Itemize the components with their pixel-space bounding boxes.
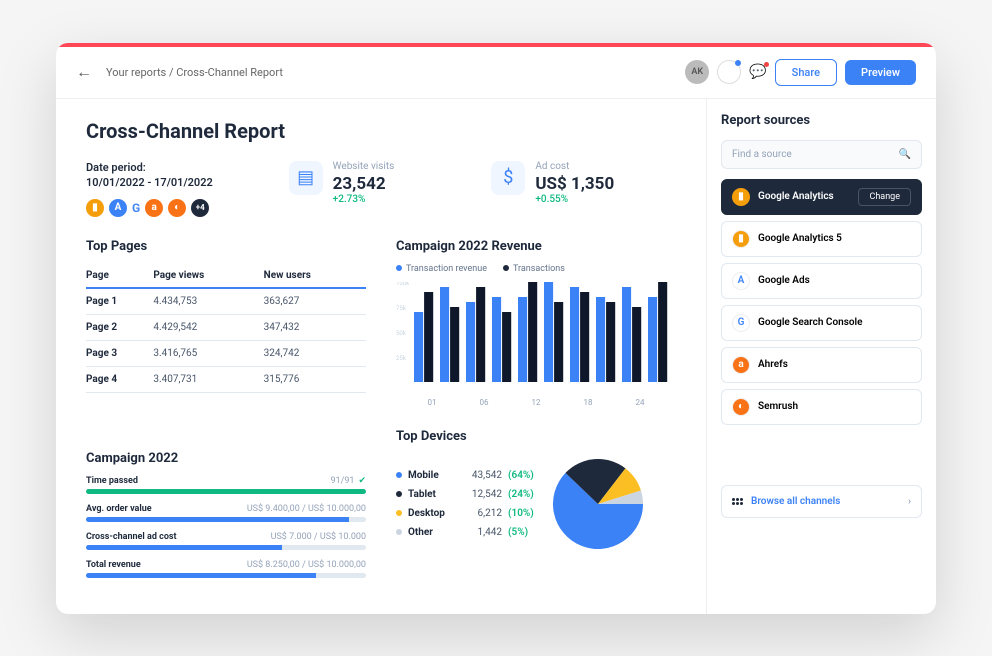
chart-legend: Transaction revenue Transactions (396, 264, 676, 274)
kpi-adcost: $ Ad cost US$ 1,350 +0.55% (491, 161, 676, 217)
progress-row: Total revenueUS$ 8.250,00 / US$ 10.000,0… (86, 560, 366, 578)
table-row: Page 33.416,765324,742 (86, 340, 366, 366)
visits-delta: +2.73% (333, 194, 395, 205)
source-item[interactable]: AGoogle Ads (721, 263, 922, 299)
breadcrumb[interactable]: Your reports / Cross-Channel Report (106, 66, 283, 79)
table-row: Page 43.407,731315,776 (86, 366, 366, 392)
sidebar: Report sources Find a source 🔍 ▮Google A… (706, 99, 936, 614)
table-header: New users (264, 264, 366, 288)
source-item[interactable]: ▮Google Analytics Change (721, 179, 922, 215)
content: Cross-Channel Report Date period: 10/01/… (56, 99, 706, 614)
pie-legend-row: Other 1,442 (5%) (396, 523, 534, 542)
source-icons: ▮ A G a ◐ +4 (86, 199, 271, 217)
revenue-widget: Campaign 2022 Revenue Transaction revenu… (396, 239, 676, 407)
bar-chart: 25k 50k 75k 100k (396, 282, 676, 392)
search-input[interactable]: Find a source 🔍 (721, 140, 922, 169)
preview-button[interactable]: Preview (845, 60, 916, 85)
browser-icon: ▤ (289, 161, 323, 195)
x-axis: 0106121824 (396, 398, 676, 407)
browse-label: Browse all channels (751, 496, 840, 507)
adcost-value: US$ 1,350 (535, 174, 614, 194)
revenue-title: Campaign 2022 Revenue (396, 239, 676, 254)
share-button[interactable]: Share (775, 59, 837, 86)
date-widget: Date period: 10/01/2022 - 17/01/2022 ▮ A… (86, 161, 271, 217)
adcost-delta: +0.55% (535, 194, 614, 205)
ads-icon: A (109, 199, 127, 217)
header: ← Your reports / Cross-Channel Report AK… (56, 47, 936, 99)
kpi-visits: ▤ Website visits 23,542 +2.73% (289, 161, 474, 217)
svg-text:100k: 100k (396, 282, 410, 287)
kpi-row: Date period: 10/01/2022 - 17/01/2022 ▮ A… (86, 161, 676, 217)
pie-legend: Mobile 43,542 (64%) Tablet 12,542 (24%) … (396, 466, 534, 542)
legend-1: Transaction revenue (406, 264, 487, 274)
avatar[interactable]: AK (685, 60, 709, 84)
top-pages-widget: Top Pages PagePage viewsNew usersPage 14… (86, 239, 366, 407)
pie-chart (548, 454, 648, 554)
campaign-widget: Campaign 2022 Time passed91/91✔ Avg. ord… (86, 451, 366, 588)
more-icon[interactable]: +4 (191, 199, 209, 217)
row-1: Top Pages PagePage viewsNew usersPage 14… (86, 239, 676, 407)
pie-legend-row: Desktop 6,212 (10%) (396, 504, 534, 523)
main-layout: Cross-Channel Report Date period: 10/01/… (56, 99, 936, 614)
visits-label: Website visits (333, 161, 395, 172)
pages-table: PagePage viewsNew usersPage 14.434,75336… (86, 264, 366, 393)
back-button[interactable]: ← (76, 62, 92, 82)
table-header: Page views (153, 264, 263, 288)
date-label: Date period: (86, 161, 271, 174)
search-icon: 🔍 (899, 149, 911, 160)
header-right: AK 💬 Share Preview (685, 59, 916, 86)
devices-title: Top Devices (396, 429, 676, 444)
pie-legend-row: Mobile 43,542 (64%) (396, 466, 534, 485)
legend-2: Transactions (513, 264, 565, 274)
devices-widget: Top Devices Mobile 43,542 (64%) Tablet 1… (396, 429, 676, 588)
campaign-title: Campaign 2022 (86, 451, 366, 466)
svg-text:50k: 50k (396, 330, 407, 337)
browse-all[interactable]: Browse all channels › (721, 485, 922, 518)
svg-text:75k: 75k (396, 305, 407, 312)
progress-row: Avg. order valueUS$ 9.400,00 / US$ 10.00… (86, 504, 366, 522)
table-row: Page 14.434,753363,627 (86, 288, 366, 315)
chevron-right-icon: › (908, 496, 911, 507)
sidebar-title: Report sources (721, 113, 922, 128)
progress-row: Cross-channel ad costUS$ 7.000 / US$ 10.… (86, 532, 366, 550)
table-header: Page (86, 264, 153, 288)
grid-icon (732, 498, 743, 505)
source-item[interactable]: ▮Google Analytics 5 (721, 221, 922, 257)
top-pages-title: Top Pages (86, 239, 366, 254)
avatar-2[interactable] (717, 60, 741, 84)
source-item[interactable]: aAhrefs (721, 347, 922, 383)
date-value: 10/01/2022 - 17/01/2022 (86, 176, 271, 189)
source-item[interactable]: GGoogle Search Console (721, 305, 922, 341)
source-item[interactable]: ◐Semrush (721, 389, 922, 425)
progress-row: Time passed91/91✔ (86, 476, 366, 494)
pie-legend-row: Tablet 12,542 (24%) (396, 485, 534, 504)
google-icon: G (132, 201, 140, 215)
search-placeholder: Find a source (732, 149, 792, 160)
svg-text:25k: 25k (396, 355, 407, 362)
app-window: ← Your reports / Cross-Channel Report AK… (56, 43, 936, 614)
adcost-label: Ad cost (535, 161, 614, 172)
semrush-icon: ◐ (168, 199, 186, 217)
table-row: Page 24.429,542347,432 (86, 314, 366, 340)
dollar-icon: $ (491, 161, 525, 195)
analytics-icon: ▮ (86, 199, 104, 217)
change-button[interactable]: Change (858, 188, 911, 206)
ahrefs-icon: a (145, 199, 163, 217)
page-title: Cross-Channel Report (86, 119, 676, 143)
visits-value: 23,542 (333, 174, 395, 194)
chat-icon[interactable]: 💬 (749, 64, 766, 80)
row-2: Campaign 2022 Time passed91/91✔ Avg. ord… (86, 429, 676, 588)
